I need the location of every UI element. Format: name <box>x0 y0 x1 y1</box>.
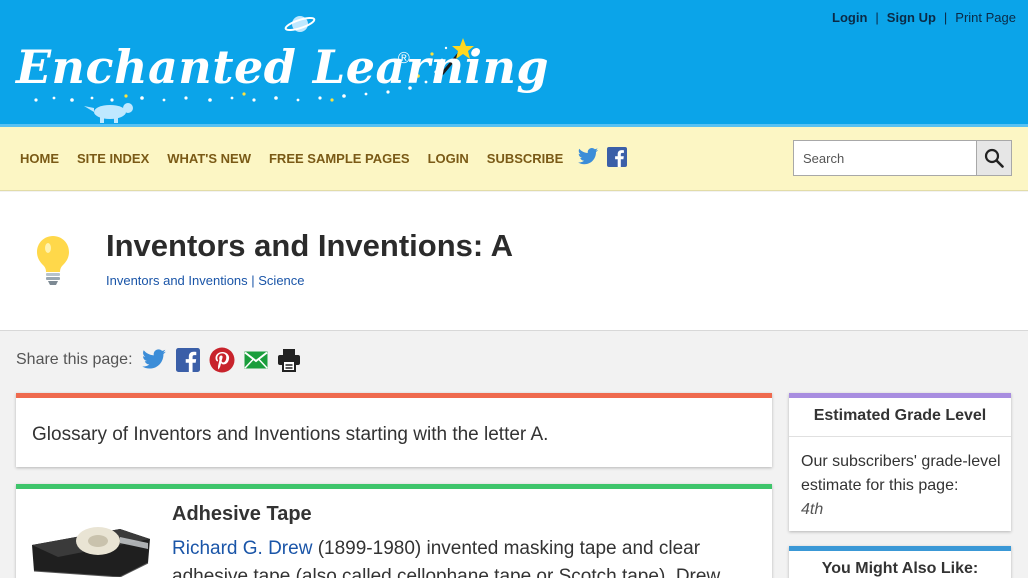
grade-value: 4th <box>801 501 824 518</box>
print-icon[interactable] <box>277 348 301 372</box>
separator: | <box>875 10 879 25</box>
entry-title: Adhesive Tape <box>172 503 312 525</box>
grade-level-card: Estimated Grade Level Our subscribers' g… <box>789 393 1011 531</box>
nav-item-free-sample-pages[interactable]: FREE SAMPLE PAGES <box>269 151 410 166</box>
nav-item-login[interactable]: LOGIN <box>428 151 469 166</box>
also-like-card: You Might Also Like: <box>789 546 1011 578</box>
main-nav: HOME SITE INDEX WHAT'S NEW FREE SAMPLE P… <box>0 127 1028 191</box>
nav-items: HOME SITE INDEX WHAT'S NEW FREE SAMPLE P… <box>20 151 563 166</box>
search-input[interactable] <box>794 141 976 175</box>
search-box <box>793 140 1012 176</box>
intro-text: Glossary of Inventors and Inventions sta… <box>32 424 549 445</box>
login-link[interactable]: Login <box>832 10 867 25</box>
share-icons <box>141 347 301 373</box>
search-icon <box>984 148 1004 168</box>
also-like-title: You Might Also Like: <box>821 560 979 577</box>
share-bar: Share this page: <box>16 347 301 373</box>
title-area: Inventors and Inventions: A Inventors an… <box>0 192 1028 331</box>
email-icon[interactable] <box>243 351 268 369</box>
intro-card: Glossary of Inventors and Inventions sta… <box>16 393 772 467</box>
lightbulb-icon <box>37 236 69 285</box>
grade-description: Our subscribers' grade-level estimate fo… <box>801 453 1001 494</box>
share-label: Share this page: <box>16 351 133 368</box>
entry-body: Richard G. Drew (1899-1980) invented mas… <box>172 535 762 578</box>
top-links: Login | Sign Up | Print Page <box>832 10 1016 25</box>
grade-divider <box>789 436 1011 437</box>
separator: | <box>943 10 948 25</box>
logo-text: Enchanted Learning <box>16 40 550 94</box>
page-title: Inventors and Inventions: A <box>106 228 514 263</box>
facebook-icon[interactable] <box>607 147 627 167</box>
site-logo[interactable]: Enchanted Learning ® <box>14 14 549 126</box>
entry-card: Adhesive Tape Richard G. Drew (1899-1980… <box>16 484 772 578</box>
site-header: Enchanted Learning ® Login | Sign Up | Print… <box>0 0 1028 124</box>
nav-item-whats-new[interactable]: WHAT'S NEW <box>167 151 251 166</box>
nav-item-site-index[interactable]: SITE INDEX <box>77 151 149 166</box>
nav-item-home[interactable]: HOME <box>20 151 59 166</box>
grade-title: Estimated Grade Level <box>813 407 987 424</box>
print-page-link[interactable]: Print Page <box>955 10 1016 25</box>
breadcrumb: Inventors and Inventions | Science <box>106 273 305 288</box>
breadcrumb-science[interactable]: Science <box>258 273 304 288</box>
tape-dispenser-image <box>32 527 150 577</box>
twitter-icon[interactable] <box>577 147 599 167</box>
inventor-link[interactable]: Richard G. Drew <box>172 538 312 559</box>
grade-text: Our subscribers' grade-level estimate fo… <box>801 450 1001 522</box>
twitter-icon[interactable] <box>141 349 167 371</box>
signup-link[interactable]: Sign Up <box>887 10 936 25</box>
nav-item-subscribe[interactable]: SUBSCRIBE <box>487 151 564 166</box>
logo-registered-mark: ® <box>398 50 410 67</box>
breadcrumb-inventors[interactable]: Inventors and Inventions <box>106 273 248 288</box>
nav-social <box>577 147 627 167</box>
search-button[interactable] <box>976 141 1011 175</box>
facebook-icon[interactable] <box>175 348 200 372</box>
pinterest-icon[interactable] <box>209 347 235 373</box>
breadcrumb-separator: | <box>247 273 259 288</box>
